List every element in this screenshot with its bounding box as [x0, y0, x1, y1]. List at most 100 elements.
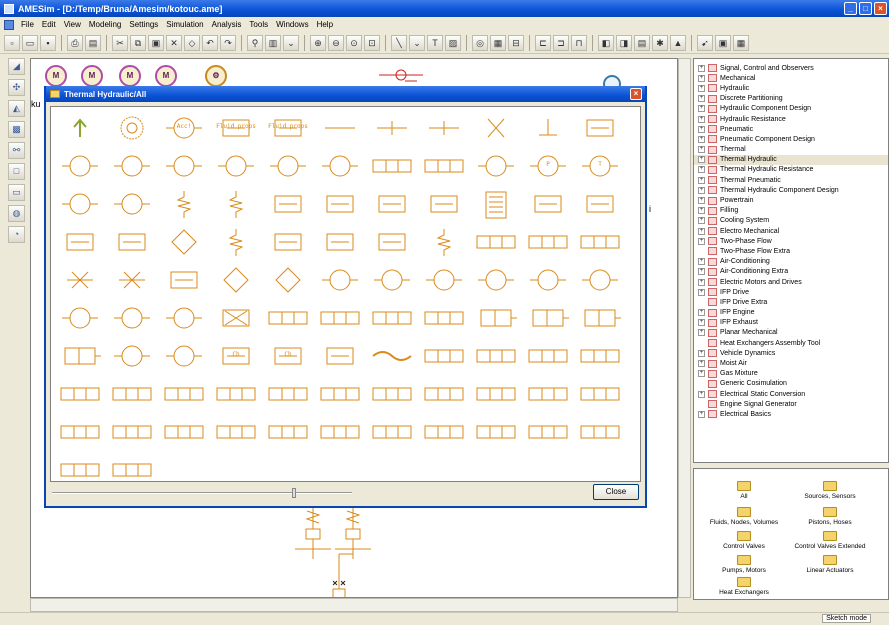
- expand-toggle-icon[interactable]: +: [698, 156, 705, 164]
- component-symbol-icon[interactable]: [577, 415, 623, 451]
- panel-icon[interactable]: ▭: [8, 184, 25, 201]
- tree-item[interactable]: + Thermal Pneumatic: [694, 175, 888, 185]
- component-symbol-icon[interactable]: [473, 187, 519, 223]
- tree-item[interactable]: + Air-Conditioning: [694, 257, 888, 267]
- component-symbol-icon[interactable]: [577, 301, 623, 337]
- component-symbol-icon[interactable]: [213, 149, 259, 185]
- component-symbol-icon[interactable]: [317, 225, 363, 261]
- valve-component-icon[interactable]: [371, 65, 431, 87]
- palette-folder[interactable]: Heat Exchangers: [704, 577, 784, 596]
- component-symbol-icon[interactable]: [421, 149, 467, 185]
- component-symbol-icon[interactable]: [265, 377, 311, 413]
- expand-toggle-icon[interactable]: +: [698, 186, 705, 194]
- tree-item[interactable]: + Thermal Hydraulic: [694, 154, 888, 165]
- expand-toggle-icon[interactable]: +: [698, 166, 705, 174]
- component-symbol-icon[interactable]: [57, 111, 103, 147]
- warning-icon[interactable]: ▲: [670, 34, 686, 51]
- component-symbol-icon[interactable]: [317, 111, 363, 147]
- dropdown-arrow-icon[interactable]: ⌄: [409, 34, 425, 51]
- expand-toggle-icon[interactable]: +: [698, 125, 705, 133]
- component-symbol-icon[interactable]: [161, 415, 207, 451]
- tree-item[interactable]: + Two-Phase Flow: [694, 236, 888, 246]
- expand-toggle-icon[interactable]: +: [698, 115, 705, 123]
- component-symbol-icon[interactable]: [369, 187, 415, 223]
- component-symbol-icon[interactable]: [265, 149, 311, 185]
- tree-item[interactable]: Engine Signal Generator: [694, 399, 888, 409]
- component-symbol-icon[interactable]: [161, 339, 207, 375]
- tools-icon[interactable]: ✱: [652, 34, 668, 51]
- component-symbol-icon[interactable]: [421, 187, 467, 223]
- component-symbol-icon[interactable]: [369, 263, 415, 299]
- component-symbol-icon[interactable]: [109, 377, 155, 413]
- component-symbol-icon[interactable]: [213, 225, 259, 261]
- component-symbol-icon[interactable]: [473, 415, 519, 451]
- component-symbol-icon[interactable]: [109, 415, 155, 451]
- menu-tools[interactable]: Tools: [245, 20, 272, 29]
- component-symbol-icon[interactable]: [525, 415, 571, 451]
- component-symbol-icon[interactable]: [577, 187, 623, 223]
- print-preview-icon[interactable]: ▤: [85, 34, 101, 51]
- tree-item[interactable]: + Vehicle Dynamics: [694, 348, 888, 358]
- expand-toggle-icon[interactable]: +: [698, 197, 705, 205]
- tree-item[interactable]: + Pneumatic: [694, 124, 888, 134]
- expand-toggle-icon[interactable]: +: [698, 217, 705, 225]
- component-symbol-icon[interactable]: [473, 263, 519, 299]
- expand-toggle-icon[interactable]: +: [698, 390, 705, 398]
- expand-toggle-icon[interactable]: +: [698, 349, 705, 357]
- component-symbol-icon[interactable]: [369, 225, 415, 261]
- palette-folder[interactable]: Fluids, Nodes, Volumes: [704, 507, 784, 526]
- component-symbol-icon[interactable]: [57, 301, 103, 337]
- component-symbol-icon[interactable]: [317, 415, 363, 451]
- component-symbol-icon[interactable]: [265, 225, 311, 261]
- tree-item[interactable]: + Cooling System: [694, 216, 888, 226]
- expand-toggle-icon[interactable]: +: [698, 360, 705, 368]
- copy-icon[interactable]: ⧉: [130, 34, 146, 51]
- close-button[interactable]: Close: [593, 484, 639, 500]
- expand-toggle-icon[interactable]: +: [698, 146, 705, 154]
- component-symbol-icon[interactable]: [213, 301, 259, 337]
- component-symbol-icon[interactable]: Fluid props: [265, 111, 311, 147]
- component-symbol-icon[interactable]: [577, 111, 623, 147]
- component-symbol-icon[interactable]: [265, 187, 311, 223]
- new-file-icon[interactable]: ▫: [4, 34, 20, 51]
- component-symbol-icon[interactable]: [109, 263, 155, 299]
- menu-modeling[interactable]: Modeling: [85, 20, 125, 29]
- menu-edit[interactable]: Edit: [38, 20, 60, 29]
- image-tool-icon[interactable]: ▨: [445, 34, 461, 51]
- minimize-button[interactable]: _: [844, 2, 857, 15]
- palette-folder[interactable]: Linear Actuators: [790, 555, 870, 574]
- component-symbol-icon[interactable]: [317, 149, 363, 185]
- expand-toggle-icon[interactable]: +: [698, 105, 705, 113]
- component-symbol-icon[interactable]: [57, 453, 103, 481]
- tree-item[interactable]: + Filling: [694, 206, 888, 216]
- palette-folder[interactable]: Control Valves: [704, 531, 784, 550]
- component-symbol-icon[interactable]: [369, 301, 415, 337]
- tree-item[interactable]: + Electrical Basics: [694, 409, 888, 419]
- component-symbol-icon[interactable]: [161, 377, 207, 413]
- component-symbol-icon[interactable]: [57, 225, 103, 261]
- component-symbol-icon[interactable]: [265, 263, 311, 299]
- menu-file[interactable]: File: [17, 20, 38, 29]
- tree-item[interactable]: + Thermal Hydraulic Resistance: [694, 165, 888, 175]
- component-symbol-icon[interactable]: Acc!: [161, 111, 207, 147]
- component-symbol-icon[interactable]: [577, 225, 623, 261]
- expand-toggle-icon[interactable]: +: [698, 74, 705, 82]
- component-symbol-icon[interactable]: [421, 263, 467, 299]
- canvas-horizontal-scrollbar[interactable]: [30, 598, 678, 612]
- menu-analysis[interactable]: Analysis: [208, 20, 246, 29]
- tree-item[interactable]: Heat Exchangers Assembly Tool: [694, 338, 888, 348]
- expand-toggle-icon[interactable]: +: [698, 237, 705, 245]
- link-icon[interactable]: ⚯: [8, 142, 25, 159]
- zoom-fit-icon[interactable]: ⊙: [346, 34, 362, 51]
- component-symbol-icon[interactable]: [265, 301, 311, 337]
- motor-component-icon[interactable]: M: [81, 65, 103, 87]
- align-center-icon[interactable]: ⊐: [553, 34, 569, 51]
- tree-item[interactable]: + Planar Mechanical: [694, 328, 888, 338]
- component-symbol-icon[interactable]: [161, 301, 207, 337]
- submodel-mode-icon[interactable]: ✣: [8, 79, 25, 96]
- group-icon[interactable]: ⊟: [508, 34, 524, 51]
- expand-toggle-icon[interactable]: +: [698, 268, 705, 276]
- component-symbol-icon[interactable]: [213, 187, 259, 223]
- find-icon[interactable]: ⚲: [247, 34, 263, 51]
- tree-item[interactable]: + Gas Mixture: [694, 369, 888, 379]
